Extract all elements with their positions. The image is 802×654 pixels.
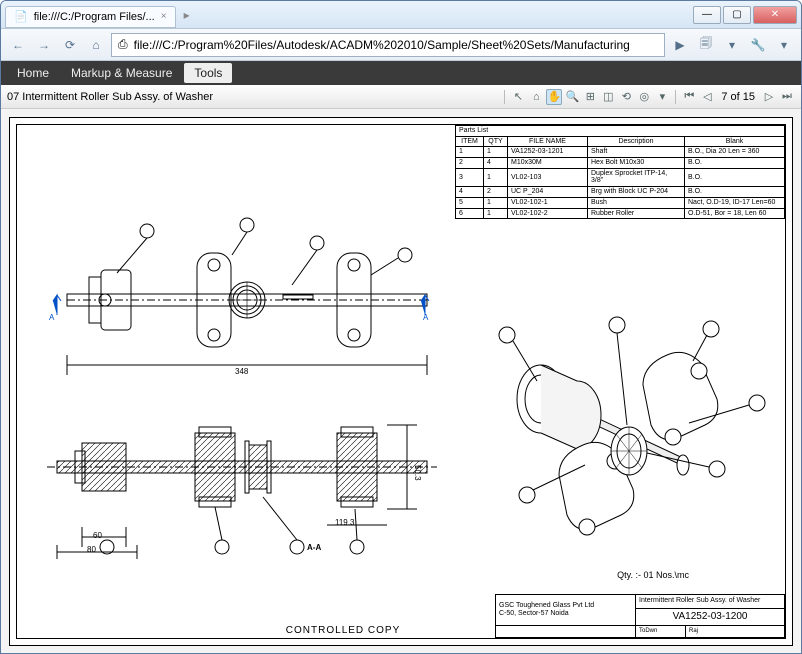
parts-list-table: Parts List ITEM QTY FILE NAME Descriptio… bbox=[455, 125, 785, 219]
company-name: GSC Toughened Glass Pvt Ltd bbox=[499, 602, 632, 610]
front-view bbox=[27, 215, 437, 385]
dim-50: 50.3 bbox=[413, 465, 422, 481]
doc-title: 07 Intermittent Roller Sub Assy. of Wash… bbox=[7, 91, 501, 103]
prev-page-icon[interactable]: ◁ bbox=[699, 89, 715, 105]
url-bar[interactable]: ⎙ file:///C:/Program%20Files/Autodesk/AC… bbox=[111, 33, 665, 57]
dim-348: 348 bbox=[235, 367, 248, 376]
next-page-icon[interactable]: ▷ bbox=[761, 89, 777, 105]
table-header: ITEM QTY FILE NAME Description Blank bbox=[456, 136, 785, 147]
drawing-viewport[interactable]: Parts List ITEM QTY FILE NAME Descriptio… bbox=[1, 109, 801, 654]
col-qty: QTY bbox=[484, 136, 508, 147]
zoom-in-icon[interactable]: 🔍 bbox=[564, 89, 580, 105]
app-menu: Home Markup & Measure Tools bbox=[1, 61, 801, 85]
parts-list-title: Parts List bbox=[456, 126, 785, 137]
play-button[interactable]: ▶ bbox=[669, 34, 691, 56]
home-view-icon[interactable]: ⌂ bbox=[528, 89, 544, 105]
drawing-number: VA1252-03-1200 bbox=[636, 608, 785, 625]
orbit-icon[interactable]: ⟲ bbox=[618, 89, 634, 105]
browser-tab[interactable]: 📄 file:///C:/Program Files/... × bbox=[5, 6, 176, 28]
drawing-title: Intermittent Roller Sub Assy. of Washer bbox=[636, 595, 785, 608]
chevron-down-icon[interactable]: ▾ bbox=[721, 34, 743, 56]
dim-119: 119.3 bbox=[335, 518, 354, 527]
company-address: C-50, Sector-57 Noida bbox=[499, 610, 632, 618]
titleblock-lbl2: Raj bbox=[686, 625, 785, 637]
chevron-down-icon[interactable]: ▾ bbox=[773, 34, 795, 56]
drawing-frame: Parts List ITEM QTY FILE NAME Descriptio… bbox=[16, 124, 786, 639]
minimize-button[interactable]: — bbox=[693, 6, 721, 24]
first-page-icon[interactable]: ⏮ bbox=[681, 89, 697, 105]
section-label-aa: A-A bbox=[307, 543, 321, 552]
menu-markup[interactable]: Markup & Measure bbox=[61, 63, 182, 83]
col-item: ITEM bbox=[456, 136, 484, 147]
titlebar: 📄 file:///C:/Program Files/... × ▸ — ▢ ✕ bbox=[1, 1, 801, 29]
table-row: 11VA1252-03-1201ShaftB.O., Dia 20 Len = … bbox=[456, 147, 785, 158]
iso-view bbox=[467, 295, 777, 555]
home-icon[interactable]: ⌂ bbox=[85, 34, 107, 56]
dim-80: 80 bbox=[87, 545, 96, 554]
nav-bar: ← → ⟳ ⌂ ⎙ file:///C:/Program%20Files/Aut… bbox=[1, 29, 801, 61]
pan-icon[interactable]: ✋ bbox=[546, 89, 562, 105]
cursor-icon[interactable]: ↖ bbox=[510, 89, 526, 105]
back-button[interactable]: ← bbox=[7, 34, 29, 56]
section-view bbox=[27, 397, 447, 567]
table-row: 61VL02-102-2Rubber RollerO.D-51, Bor = 1… bbox=[456, 208, 785, 219]
page-icon: ⎙ bbox=[118, 37, 128, 52]
table-row: 24M10x30MHex Bolt M10x30B.O. bbox=[456, 158, 785, 169]
title-block: GSC Toughened Glass Pvt Ltd C-50, Sector… bbox=[495, 594, 785, 638]
dim-60: 60 bbox=[93, 531, 102, 540]
drawing-sheet: Parts List ITEM QTY FILE NAME Descriptio… bbox=[9, 117, 793, 646]
forward-button[interactable]: → bbox=[33, 34, 55, 56]
menu-home[interactable]: Home bbox=[7, 63, 59, 83]
page-indicator: 7 of 15 bbox=[717, 91, 759, 103]
close-button[interactable]: ✕ bbox=[753, 6, 797, 24]
wrench-button[interactable]: 🔧 bbox=[747, 34, 769, 56]
section-label-a-left: A bbox=[49, 313, 54, 322]
col-file: FILE NAME bbox=[508, 136, 588, 147]
table-row: 51VL02-102-1BushNact, O.D-19, ID-17 Len=… bbox=[456, 197, 785, 208]
zoom-window-icon[interactable]: ◫ bbox=[600, 89, 616, 105]
view-tools: ↖ ⌂ ✋ 🔍 ⊞ ◫ ⟲ ◎ ▾ ⏮ ◁ 7 of 15 ▷ ⏭ bbox=[501, 89, 795, 105]
maximize-button[interactable]: ▢ bbox=[723, 6, 751, 24]
doc-toolbar: 07 Intermittent Roller Sub Assy. of Wash… bbox=[1, 85, 801, 109]
section-label-a-right: A bbox=[423, 313, 428, 322]
url-text: file:///C:/Program%20Files/Autodesk/ACAD… bbox=[134, 38, 658, 52]
titleblock-lbl1: ToDwn bbox=[636, 625, 686, 637]
table-row: 42UC P_204Brg with Block UC P-204B.O. bbox=[456, 187, 785, 198]
tab-title: file:///C:/Program Files/... bbox=[34, 11, 155, 23]
window-controls: — ▢ ✕ bbox=[693, 6, 797, 24]
view-icon[interactable]: ◎ bbox=[636, 89, 652, 105]
reload-button[interactable]: ⟳ bbox=[59, 34, 81, 56]
last-page-icon[interactable]: ⏭ bbox=[779, 89, 795, 105]
qty-note: Qty. :- 01 Nos.\mc bbox=[617, 570, 689, 580]
col-blank: Blank bbox=[685, 136, 785, 147]
col-desc: Description bbox=[588, 136, 685, 147]
chevron-down-icon[interactable]: ▾ bbox=[654, 89, 670, 105]
tab-strip: 📄 file:///C:/Program Files/... × ▸ bbox=[5, 2, 693, 28]
controlled-copy-label: CONTROLLED COPY bbox=[286, 625, 400, 636]
table-row: 31VL02-103Duplex Sprocket ITP-14, 3/8"B.… bbox=[456, 168, 785, 186]
page-menu-button[interactable]: 🗐 bbox=[695, 34, 717, 56]
file-icon: 📄 bbox=[14, 10, 28, 23]
close-tab-icon[interactable]: × bbox=[161, 11, 167, 22]
new-tab-button[interactable]: ▸ bbox=[178, 8, 196, 22]
menu-tools[interactable]: Tools bbox=[184, 63, 232, 83]
app-window: 📄 file:///C:/Program Files/... × ▸ — ▢ ✕… bbox=[0, 0, 802, 654]
zoom-extents-icon[interactable]: ⊞ bbox=[582, 89, 598, 105]
